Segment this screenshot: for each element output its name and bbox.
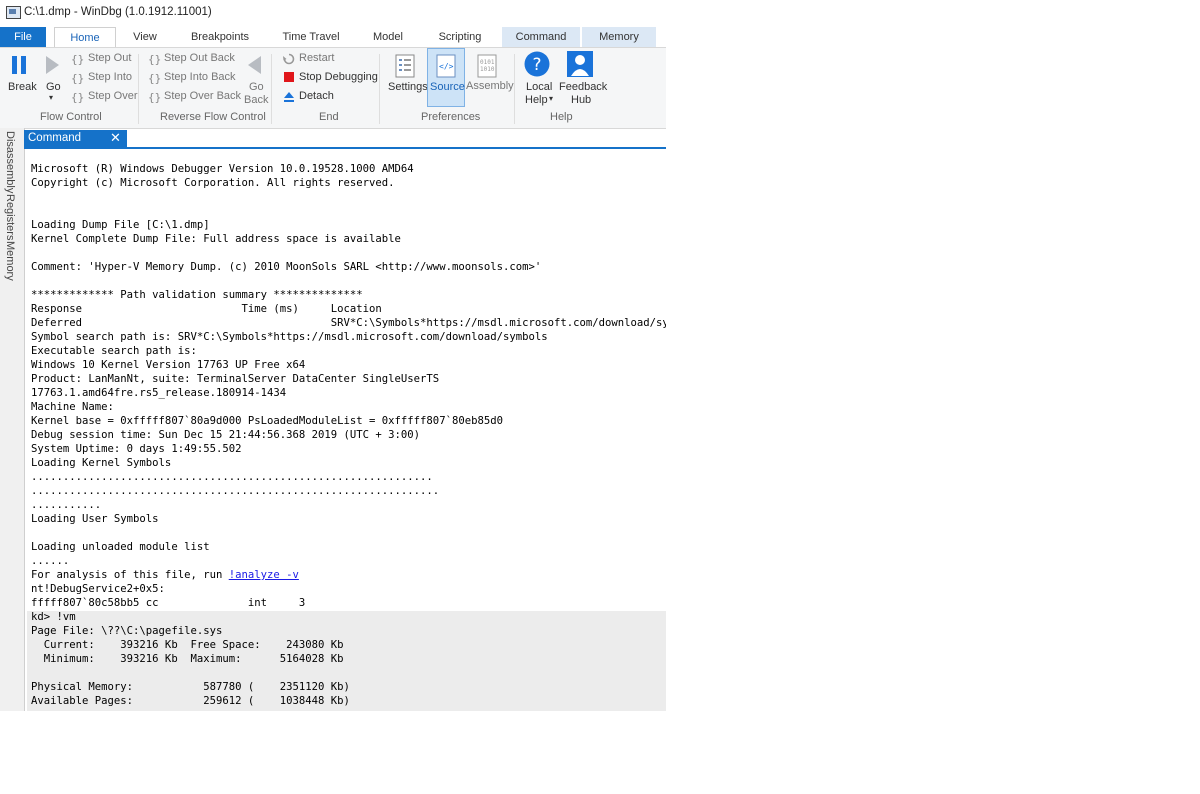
group-separator (514, 54, 515, 124)
settings-icon (395, 54, 415, 78)
svg-text:0101: 0101 (480, 59, 495, 66)
step-into-back-icon: {} (148, 72, 161, 85)
side-tab-disassembly-label: Disassembly (4, 131, 16, 194)
side-tool-tabs: Disassembly Registers Memory (0, 128, 25, 711)
source-button[interactable]: </> Source (427, 48, 465, 107)
side-tab-disassembly[interactable]: Disassembly (2, 131, 22, 194)
tab-model[interactable]: Model (364, 27, 412, 47)
svg-text:{}: {} (148, 91, 161, 104)
group-label-help: Help (550, 111, 573, 123)
group-label-reverse-flow-control: Reverse Flow Control (160, 111, 266, 123)
step-over-back-button[interactable]: Step Over Back (164, 90, 241, 102)
side-tab-memory-label: Memory (4, 241, 16, 281)
tab-view[interactable]: View (120, 27, 170, 47)
console-text: Microsoft (R) Windows Debugger Version 1… (31, 162, 666, 708)
settings-label: Settings (388, 81, 428, 93)
detach-icon (284, 92, 294, 102)
svg-text:{}: {} (71, 72, 84, 85)
ribbon-tabs: File Home View Breakpoints Time Travel M… (0, 27, 666, 48)
doc-tab-command[interactable]: Command ✕ (24, 130, 127, 147)
local-help-label-2: Help (525, 94, 548, 106)
window-title: C:\1.dmp - WinDbg (1.0.1912.11001) (24, 6, 212, 18)
assembly-icon: 0101 1010 (477, 54, 497, 78)
svg-text:{}: {} (71, 53, 84, 66)
go-back-label-1: Go (249, 81, 264, 93)
command-output[interactable]: Microsoft (R) Windows Debugger Version 1… (27, 149, 666, 711)
play-icon (46, 56, 59, 74)
step-over-button[interactable]: Step Over (88, 90, 138, 102)
pause-icon (12, 56, 26, 74)
go-back-label-2: Back (244, 94, 269, 106)
console-output-before-link: Microsoft (R) Windows Debugger Version 1… (31, 163, 666, 581)
step-over-back-icon: {} (148, 91, 161, 104)
feedback-hub-label-1: Feedback (559, 81, 608, 93)
ribbon: Break Go ▾ {} Step Out {} Step Into {} S… (0, 47, 666, 129)
windbg-app-icon (6, 6, 21, 19)
go-dropdown-icon[interactable]: ▾ (49, 93, 53, 102)
tab-file[interactable]: File (0, 27, 46, 47)
step-into-button[interactable]: Step Into (88, 71, 132, 83)
side-tab-memory[interactable]: Memory (2, 241, 22, 283)
title-bar: C:\1.dmp - WinDbg (1.0.1912.11001) (0, 0, 666, 26)
detach-button[interactable]: Detach (299, 90, 334, 102)
source-code-icon: </> (436, 54, 456, 78)
local-help-dropdown-icon[interactable]: ▾ (549, 94, 553, 103)
svg-text:{}: {} (148, 72, 161, 85)
side-tab-registers[interactable]: Registers (2, 194, 22, 242)
doc-tab-command-label: Command (28, 132, 82, 144)
svg-text:{}: {} (148, 53, 161, 66)
step-into-icon: {} (71, 72, 84, 85)
side-tab-registers-label: Registers (4, 194, 16, 241)
break-label: Break (8, 81, 37, 93)
local-help-label-1: Local (526, 81, 553, 93)
step-out-icon: {} (71, 53, 84, 66)
tab-memory[interactable]: Memory (582, 27, 656, 47)
play-back-icon (248, 56, 261, 74)
go-label: Go (46, 81, 61, 93)
assembly-label: Assembly (466, 80, 514, 92)
svg-text:?: ? (532, 55, 541, 75)
svg-text:{}: {} (71, 91, 84, 104)
stop-icon (284, 72, 294, 82)
svg-text:1010: 1010 (480, 66, 495, 73)
help-question-icon: ? (524, 51, 550, 77)
tab-breakpoints[interactable]: Breakpoints (182, 27, 258, 47)
tab-scripting[interactable]: Scripting (430, 27, 490, 47)
step-out-back-button[interactable]: Step Out Back (164, 52, 235, 64)
restart-button[interactable]: Restart (299, 52, 334, 64)
stop-debugging-button[interactable]: Stop Debugging (299, 71, 378, 83)
close-icon[interactable]: ✕ (110, 130, 121, 146)
group-separator (379, 54, 380, 124)
group-label-flow-control: Flow Control (40, 111, 102, 123)
tab-command[interactable]: Command (502, 27, 580, 47)
feedback-hub-label-2: Hub (571, 94, 592, 106)
svg-text:</>: </> (439, 62, 454, 71)
tab-time-travel[interactable]: Time Travel (276, 27, 346, 47)
tab-home[interactable]: Home (54, 27, 116, 48)
group-label-preferences: Preferences (421, 111, 481, 123)
step-out-button[interactable]: Step Out (88, 52, 131, 64)
console-output-after-link: nt!DebugService2+0x5: fffff807`80c58bb5 … (31, 583, 350, 707)
group-separator (271, 54, 272, 124)
windbg-window: C:\1.dmp - WinDbg (1.0.1912.11001) File … (0, 0, 666, 711)
step-into-back-button[interactable]: Step Into Back (164, 71, 236, 83)
step-out-back-icon: {} (148, 53, 161, 66)
group-label-end: End (319, 111, 339, 123)
step-over-icon: {} (71, 91, 84, 104)
group-separator (138, 54, 139, 124)
source-label: Source (430, 81, 465, 93)
feedback-hub-icon (567, 51, 593, 77)
analyze-link[interactable]: !analyze -v (229, 569, 299, 581)
restart-icon (283, 53, 295, 65)
